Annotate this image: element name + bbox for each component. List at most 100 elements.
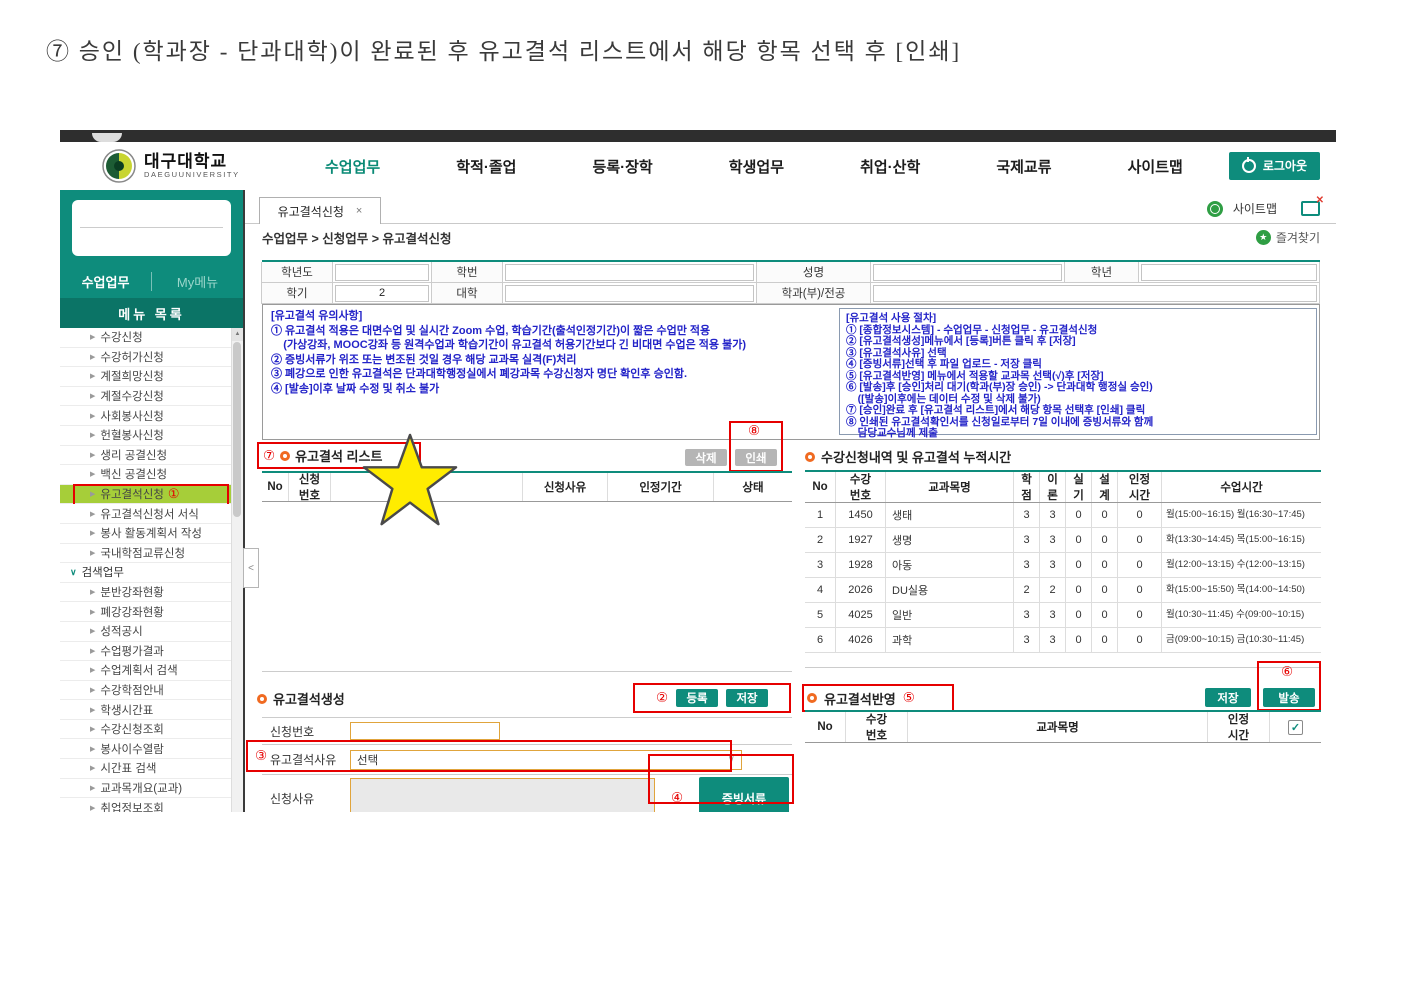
nav-item-registration-scholarship[interactable]: 등록·장학: [593, 156, 653, 177]
cell-no: 6: [805, 628, 835, 652]
sidebar-item-19[interactable]: ▶학생시간표: [60, 700, 243, 720]
col-no: No: [805, 712, 845, 742]
window-close-icon[interactable]: ✕: [1301, 201, 1320, 216]
student-no-field[interactable]: [505, 264, 754, 281]
logout-button[interactable]: 로그아웃: [1229, 152, 1320, 180]
table-row[interactable]: 5 4025 일반 3 3 0 0 0 월(10:30~11:45) 수(09:…: [805, 603, 1321, 628]
sidebar-collapse-handle[interactable]: <: [243, 548, 259, 588]
name-field[interactable]: [873, 264, 1062, 281]
create-save-button[interactable]: 저장: [726, 689, 768, 707]
sidebar-item-2[interactable]: ▶계절희망신청: [60, 367, 243, 387]
cell-no: 4: [805, 578, 835, 602]
tab-close-icon[interactable]: ×: [356, 205, 362, 217]
sidebar-item-5[interactable]: ▶헌혈봉사신청: [60, 426, 243, 446]
nav-item-records-graduation[interactable]: 학적·졸업: [456, 156, 516, 177]
university-name-en: DAEGUUNIVERSITY: [144, 171, 240, 179]
sidebar-item-7[interactable]: ▶백신 공결신청: [60, 465, 243, 485]
apply-table-header: No 수강 번호 교과목명 인정 시간 ✓: [805, 712, 1321, 743]
sidebar-item-10[interactable]: ▶봉사 활동계획서 작성: [60, 524, 243, 544]
sidebar-item-9[interactable]: ▶유고결석신청서 서식: [60, 504, 243, 524]
site-header: 대구대학교 DAEGUUNIVERSITY 수업업무 학적·졸업 등록·장학 학…: [60, 142, 1336, 190]
cell-course-name: 아동: [885, 553, 1013, 577]
sidebar-item-23[interactable]: ▶교과목개요(교과): [60, 779, 243, 799]
arrow-icon: ▶: [90, 529, 95, 537]
cell-course-name: DU실용: [885, 578, 1013, 602]
nav-item-class-affairs[interactable]: 수업업무: [325, 156, 380, 177]
sidebar-scrollbar[interactable]: ▲: [231, 328, 243, 812]
arrow-icon: ▶: [90, 647, 95, 655]
sidebar-tab-class-affairs[interactable]: 수업업무: [60, 272, 151, 291]
favorite-button[interactable]: ★ 즐겨찾기: [1256, 229, 1320, 246]
sitemap-icon[interactable]: [1207, 201, 1223, 217]
col-status: 상태: [713, 473, 792, 501]
sidebar-item-label: 수강학점안내: [100, 682, 163, 698]
profile-box: [72, 200, 231, 256]
major-label: 학과(부)/전공: [756, 283, 871, 304]
sidebar-item-absence-apply[interactable]: ▶유고결석신청①: [60, 485, 243, 505]
nav-item-student-affairs[interactable]: 학생업무: [729, 156, 784, 177]
university-logo[interactable]: 대구대학교 DAEGUUNIVERSITY: [102, 149, 287, 183]
sidebar-item-11[interactable]: ▶국내학점교류신청: [60, 544, 243, 564]
nav-item-sitemap[interactable]: 사이트맵: [1128, 156, 1183, 177]
sidebar-item-21[interactable]: ▶봉사이수열람: [60, 739, 243, 759]
sidebar-item-22[interactable]: ▶시간표 검색: [60, 759, 243, 779]
app-window: 대구대학교 DAEGUUNIVERSITY 수업업무 학적·졸업 등록·장학 학…: [60, 130, 1336, 812]
sidebar-item-search-group[interactable]: ∨검색업무: [60, 563, 243, 583]
sidebar-item-18[interactable]: ▶수강학점안내: [60, 681, 243, 701]
main-nav: 수업업무 학적·졸업 등록·장학 학생업무 취업·산학 국제교류 사이트맵: [287, 156, 1229, 177]
arrow-icon: ▶: [90, 666, 95, 674]
college-field[interactable]: [505, 285, 754, 302]
table-row[interactable]: 1 1450 생태 3 3 0 0 0 월(15:00~16:15) 월(16:…: [805, 503, 1321, 528]
table-row[interactable]: 2 1927 생명 3 3 0 0 0 화(13:30~14:45) 목(15:…: [805, 528, 1321, 553]
arrow-icon: ▶: [90, 470, 95, 478]
arrow-icon: ▶: [90, 608, 95, 616]
sidebar-item-24[interactable]: ▶취업정보조회: [60, 798, 243, 812]
col-reason: 신청사유: [522, 473, 607, 501]
table-row[interactable]: 6 4026 과학 3 3 0 0 0 금(09:00~10:15) 금(10:…: [805, 628, 1321, 653]
table-row[interactable]: 4 2026 DU실용 2 2 0 0 0 화(15:00~15:50) 목(1…: [805, 578, 1321, 603]
sidebar-item-6[interactable]: ▶생리 공결신청: [60, 446, 243, 466]
sidebar-tabs: 수업업무 My메뉴: [60, 264, 243, 298]
sidebar-item-14[interactable]: ▶폐강강좌현황: [60, 602, 243, 622]
sidebar-item-17[interactable]: ▶수업계획서 검색: [60, 661, 243, 681]
year-field[interactable]: [335, 264, 429, 281]
arrow-icon: ▶: [90, 510, 95, 518]
arrow-icon: ▶: [90, 804, 95, 812]
apply-no-field[interactable]: [350, 722, 500, 740]
select-all-checkbox[interactable]: ✓: [1288, 720, 1303, 735]
table-row[interactable]: 3 1928 아동 3 3 0 0 0 월(12:00~13:15) 수(12:…: [805, 553, 1321, 578]
apply-no-label: 신청번호: [262, 723, 350, 740]
tab-absence-apply[interactable]: 유고결석신청 ×: [259, 197, 381, 224]
sidebar-item-4[interactable]: ▶사회봉사신청: [60, 406, 243, 426]
cell-no: 5: [805, 603, 835, 627]
sidebar-item-13[interactable]: ▶분반강좌현황: [60, 583, 243, 603]
sidebar-item-0[interactable]: ▶수강신청: [60, 328, 243, 348]
grade-field[interactable]: [1141, 264, 1317, 281]
sidebar-item-16[interactable]: ▶수업평가결과: [60, 642, 243, 662]
arrow-icon: ▶: [90, 392, 95, 400]
cell-time: 월(10:30~11:45) 수(09:00~10:15): [1161, 603, 1321, 627]
col-apply-no: 신청 번호: [288, 473, 330, 501]
sidebar-item-label: 사회봉사신청: [100, 408, 163, 424]
nav-item-international[interactable]: 국제교류: [996, 156, 1051, 177]
scrollbar-thumb[interactable]: [233, 342, 241, 517]
sidebar-item-1[interactable]: ▶수강허가신청: [60, 348, 243, 368]
sidebar-item-20[interactable]: ▶수강신청조회: [60, 720, 243, 740]
reason-field[interactable]: [350, 778, 655, 812]
sidebar-item-label: 국내학점교류신청: [100, 545, 185, 561]
scroll-up-icon[interactable]: ▲: [232, 328, 243, 341]
register-button[interactable]: 등록: [676, 689, 718, 707]
tab-bar-right: 사이트맵 ✕: [1207, 200, 1320, 217]
arrow-icon: ▶: [90, 627, 95, 635]
sidebar-item-3[interactable]: ▶계절수강신청: [60, 387, 243, 407]
major-field[interactable]: [873, 285, 1317, 302]
sidebar: 수업업무 My메뉴 메뉴 목록 ▶수강신청 ▶수강허가신청 ▶계절희망신청 ▶계…: [60, 190, 245, 812]
sidebar-item-15[interactable]: ▶성적공시: [60, 622, 243, 642]
delete-button[interactable]: 삭제: [685, 449, 727, 466]
sidebar-tab-mymenu[interactable]: My메뉴: [151, 272, 243, 291]
sitemap-label[interactable]: 사이트맵: [1233, 200, 1277, 217]
apply-save-button[interactable]: 저장: [1205, 688, 1251, 707]
grade-label: 학년: [1064, 262, 1139, 283]
nav-item-employment[interactable]: 취업·산학: [860, 156, 920, 177]
semester-field[interactable]: 2: [335, 285, 429, 302]
